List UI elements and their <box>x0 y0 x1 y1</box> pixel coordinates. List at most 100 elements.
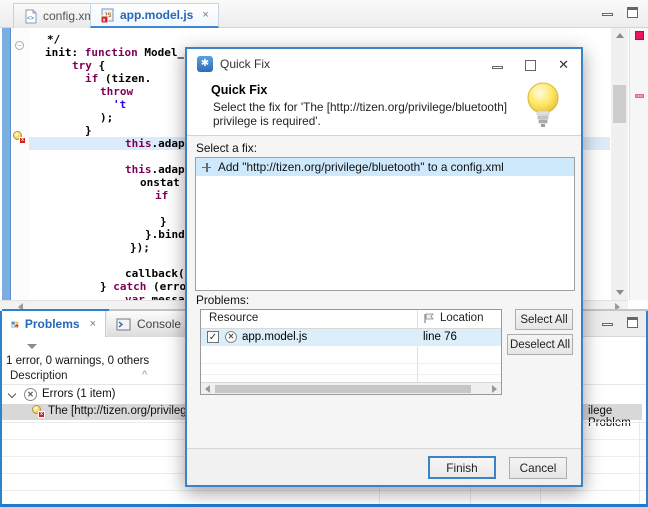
lightbulb-icon <box>521 80 565 134</box>
code-line: onstat <box>140 176 180 189</box>
tab-close-icon[interactable]: × <box>202 9 208 21</box>
checkbox-checked[interactable]: ✓ <box>207 331 219 343</box>
column-divider <box>639 421 640 504</box>
code-line: }.bind <box>145 228 185 241</box>
view-menu-icon[interactable] <box>27 344 37 349</box>
minimize-icon[interactable] <box>492 66 503 69</box>
deselect-all-button[interactable]: Deselect All <box>507 334 573 355</box>
tab-app-model-js[interactable]: JSx app.model.js × <box>90 3 219 28</box>
problems-view-icon: x <box>11 317 19 332</box>
code-line: this.adapt <box>125 137 191 150</box>
finish-button[interactable]: Finish <box>428 456 496 479</box>
problem-row-selected[interactable]: ✓ ✕ app.model.js line 76 <box>201 329 501 346</box>
close-icon[interactable]: ✕ <box>558 57 569 73</box>
code-line: } <box>85 124 92 137</box>
scroll-right-icon[interactable] <box>492 385 497 393</box>
code-line: ); <box>100 111 113 124</box>
panel-window-controls <box>602 317 638 328</box>
maximize-icon[interactable] <box>627 317 638 328</box>
scroll-left-icon[interactable] <box>205 385 210 393</box>
quick-fix-icon: ✱ <box>197 56 213 72</box>
js-file-error-icon: JSx <box>100 8 115 23</box>
maximize-icon[interactable] <box>627 7 638 18</box>
location-column-header[interactable]: Location <box>423 312 483 324</box>
select-fix-label: Select a fix: <box>196 141 257 155</box>
code-line: try { <box>72 59 105 72</box>
row-divider <box>201 363 501 364</box>
dialog-description: Select the fix for 'The [http://tizen.or… <box>213 100 513 128</box>
select-all-button[interactable]: Select All <box>515 309 573 330</box>
scroll-down-icon[interactable] <box>616 290 624 295</box>
code-line: 't <box>113 98 126 111</box>
minimize-icon[interactable] <box>602 323 613 326</box>
code-line: }); <box>130 241 150 254</box>
description-column-label: Description <box>10 370 68 382</box>
problems-label: Problems: <box>196 293 249 307</box>
table-horizontal-scrollbar[interactable] <box>201 382 501 394</box>
problems-summary: 1 error, 0 warnings, 0 others <box>6 355 149 367</box>
errors-group-label: Errors (1 item) <box>42 388 115 400</box>
quickfix-error-icon[interactable]: x <box>13 131 26 144</box>
add-plus-icon <box>202 163 211 172</box>
minimize-icon[interactable] <box>602 13 613 16</box>
row-divider <box>2 490 646 491</box>
location-column-label: Location <box>440 312 483 324</box>
annotation-ruler: − x <box>12 28 29 300</box>
location-flag-icon <box>423 313 435 324</box>
cancel-button[interactable]: Cancel <box>509 457 567 479</box>
problems-table-header: Resource Location <box>201 310 501 329</box>
code-line: callback() <box>125 267 191 280</box>
editor-tabbar: <> config.xml JSx app.model.js × <box>0 0 648 28</box>
maximize-icon[interactable] <box>525 60 536 71</box>
svg-text:<>: <> <box>27 16 35 22</box>
overview-ruler <box>629 28 648 300</box>
quick-diff-bar <box>2 28 11 300</box>
tab-close-icon[interactable]: × <box>90 318 96 330</box>
problem-resource: app.model.js <box>242 331 307 343</box>
editor-window-controls <box>602 7 638 18</box>
quickfix-error-icon: x <box>32 405 45 418</box>
fix-list-item-selected[interactable]: Add "http://tizen.org/privilege/bluetoot… <box>196 158 574 176</box>
code-line: this.adapt <box>125 163 191 176</box>
fold-collapse-icon[interactable]: − <box>15 41 24 50</box>
editor-vertical-scrollbar[interactable] <box>611 28 628 300</box>
dialog-titlebar[interactable]: ✱ Quick Fix ✕ <box>187 49 581 78</box>
scroll-up-icon[interactable] <box>616 33 624 38</box>
scrollbar-thumb[interactable] <box>215 385 471 393</box>
overview-annotation-marker[interactable] <box>635 94 644 98</box>
selection-buttons: Select All Deselect All <box>507 309 577 355</box>
error-category-icon: ✕ <box>24 388 37 401</box>
dialog-heading: Quick Fix <box>211 83 267 97</box>
resource-column-header[interactable]: Resource <box>209 312 258 324</box>
dialog-title: Quick Fix <box>220 57 270 71</box>
tab-config-xml-label: config.xml <box>43 9 97 23</box>
code-line: */ <box>47 33 60 46</box>
scrollbar-thumb[interactable] <box>613 85 626 123</box>
fix-item-label: Add "http://tizen.org/privilege/bluetoot… <box>218 160 504 174</box>
code-line: } catch (error <box>100 280 193 293</box>
ide-window: <> config.xml JSx app.model.js × − x <box>0 0 648 507</box>
fix-list[interactable]: Add "http://tizen.org/privilege/bluetoot… <box>195 157 575 291</box>
tab-console-label: Console <box>137 317 181 331</box>
tab-problems-label: Problems <box>25 317 80 331</box>
code-line: throw <box>100 85 133 98</box>
code-line: } <box>160 215 167 228</box>
quick-fix-dialog: ✱ Quick Fix ✕ Quick Fix Select the fix f… <box>185 47 583 487</box>
dialog-footer: Finish Cancel <box>187 448 581 485</box>
dialog-window-controls: ✕ <box>492 57 569 73</box>
error-type-text: ilege Problem <box>588 405 642 429</box>
xml-file-icon: <> <box>23 9 38 24</box>
console-icon <box>116 317 131 332</box>
overview-error-marker[interactable] <box>635 31 644 40</box>
problem-location: line 76 <box>423 331 457 343</box>
code-line: if <box>155 189 168 202</box>
row-divider <box>201 374 501 375</box>
problems-table[interactable]: Resource Location ✓ ✕ app.model.js line … <box>200 309 502 395</box>
tab-console[interactable]: Console <box>107 311 191 337</box>
sort-indicator-icon: ^ <box>142 369 147 381</box>
dialog-body: Select a fix: Add "http://tizen.org/priv… <box>187 137 581 450</box>
error-icon: ✕ <box>225 331 237 343</box>
tab-problems[interactable]: x Problems × <box>2 311 106 337</box>
chevron-down-icon[interactable] <box>8 390 16 398</box>
dialog-header: Quick Fix Select the fix for 'The [http:… <box>187 78 581 136</box>
